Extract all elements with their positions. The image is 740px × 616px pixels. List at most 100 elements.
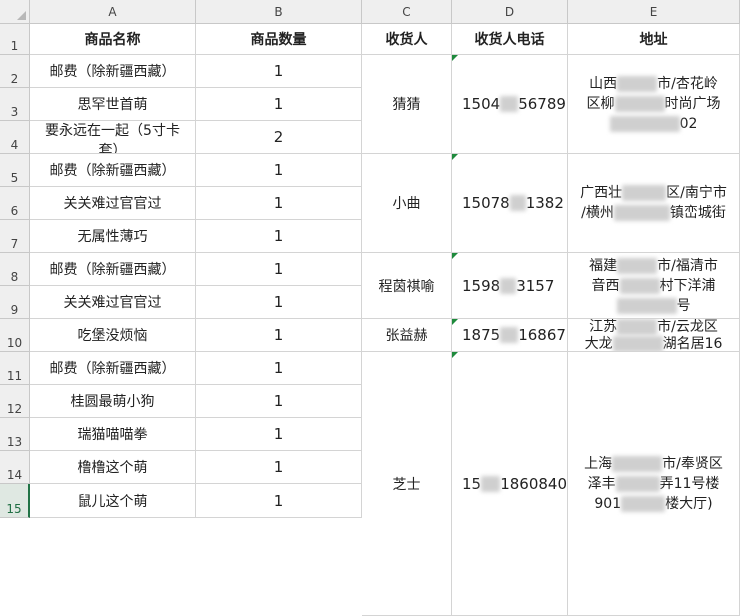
row-header-1[interactable]: 1 xyxy=(0,24,30,55)
row-header-13[interactable]: 13 xyxy=(0,418,30,451)
phone-prefix: 1504 xyxy=(462,95,501,113)
product-name-cell[interactable]: 邮费（除新疆西藏） xyxy=(30,55,196,88)
product-name-cell[interactable]: 瑞猫喵喵拳 xyxy=(30,418,196,451)
address-cell[interactable]: 山西 市/杏花岭 区柳 时尚广场 02 xyxy=(568,55,740,154)
phone-cell[interactable]: 1875 16867 xyxy=(452,319,568,352)
product-qty-cell[interactable]: 1 xyxy=(196,484,362,518)
phone-cell[interactable]: 1598 3157 xyxy=(452,253,568,319)
product-qty-cell[interactable]: 1 xyxy=(196,418,362,451)
header-product-name[interactable]: 商品名称 xyxy=(30,24,196,55)
row-header-9[interactable]: 9 xyxy=(0,286,30,319)
product-qty-cell[interactable]: 1 xyxy=(196,187,362,220)
redaction-blur xyxy=(619,277,660,294)
address-line: /横州 镇峦城街 xyxy=(581,205,726,221)
row-header-5[interactable]: 5 xyxy=(0,154,30,187)
column-header-c[interactable]: C xyxy=(362,0,452,24)
phone-prefix: 15078 xyxy=(462,194,510,212)
receiver-cell[interactable]: 小曲 xyxy=(362,154,452,253)
product-qty-cell[interactable]: 1 xyxy=(196,154,362,187)
header-address[interactable]: 地址 xyxy=(568,24,740,55)
product-name-cell[interactable]: 无属性薄巧 xyxy=(30,220,196,253)
row-header-11[interactable]: 11 xyxy=(0,352,30,385)
address-cell[interactable]: 上海 市/奉贤区 泽丰 弄11号楼 901 楼大厅) xyxy=(568,352,740,616)
row-header-15[interactable]: 15 xyxy=(0,484,30,518)
redaction-blur xyxy=(617,257,658,274)
header-receiver[interactable]: 收货人 xyxy=(362,24,452,55)
product-qty-cell[interactable]: 1 xyxy=(196,220,362,253)
product-qty-cell[interactable]: 2 xyxy=(196,121,362,154)
redaction-blur xyxy=(612,336,663,351)
product-name-cell[interactable]: 要永远在一起（5寸卡套） xyxy=(30,121,196,154)
error-indicator-icon xyxy=(452,154,458,160)
product-name-cell[interactable]: 鼠儿这个萌 xyxy=(30,484,196,518)
address-cell[interactable]: 江苏 市/云龙区 大龙 湖名居16 xyxy=(568,319,740,352)
phone-prefix: 15 xyxy=(462,474,482,493)
redaction-blur xyxy=(621,495,666,512)
address-line: 号 xyxy=(616,296,691,316)
column-header-e[interactable]: E xyxy=(568,0,740,24)
product-name-cell[interactable]: 橹橹这个萌 xyxy=(30,451,196,484)
receiver-cell[interactable]: 程茵祺喻 xyxy=(362,253,452,319)
phone-cell[interactable]: 1504 56789 xyxy=(452,55,568,154)
redaction-blur xyxy=(612,455,663,472)
product-name-cell[interactable]: 邮费（除新疆西藏） xyxy=(30,154,196,187)
redaction-blur xyxy=(481,475,501,492)
row-header-7[interactable]: 7 xyxy=(0,220,30,253)
row-header-4[interactable]: 4 xyxy=(0,121,30,154)
redaction-blur xyxy=(609,116,680,132)
product-name-cell[interactable]: 关关难过官官过 xyxy=(30,187,196,220)
receiver-cell[interactable]: 芝士 xyxy=(362,352,452,616)
redaction-blur xyxy=(500,96,519,112)
product-qty-cell[interactable]: 1 xyxy=(196,451,362,484)
spreadsheet: A B C D E 1 2 3 4 5 6 7 8 9 10 11 12 13 … xyxy=(0,0,740,616)
row-header-8[interactable]: 8 xyxy=(0,253,30,286)
row-header-3[interactable]: 3 xyxy=(0,88,30,121)
redaction-blur xyxy=(509,195,526,211)
error-indicator-icon xyxy=(452,253,458,259)
error-indicator-icon xyxy=(452,319,458,325)
product-qty-cell[interactable]: 1 xyxy=(196,88,362,121)
header-product-qty[interactable]: 商品数量 xyxy=(196,24,362,55)
phone-cell[interactable]: 15078 1382 xyxy=(452,154,568,253)
phone-cell[interactable]: 15 1860840 xyxy=(452,352,568,616)
product-qty-cell[interactable]: 1 xyxy=(196,253,362,286)
product-qty-cell[interactable]: 1 xyxy=(196,55,362,88)
address-cell[interactable]: 广西壮 区/南宁市 /横州 镇峦城街 xyxy=(568,154,740,253)
product-qty-cell[interactable]: 1 xyxy=(196,319,362,352)
column-header-b[interactable]: B xyxy=(196,0,362,24)
row-header-6[interactable]: 6 xyxy=(0,187,30,220)
address-cell[interactable]: 福建 市/福清市 音西 村下洋浦 号 xyxy=(568,253,740,319)
column-header-a[interactable]: A xyxy=(30,0,196,24)
product-qty-cell[interactable]: 1 xyxy=(196,286,362,319)
address-line: 上海 市/奉贤区 xyxy=(584,455,723,472)
address-line: 广西壮 区/南宁市 xyxy=(580,185,727,201)
phone-prefix: 1875 xyxy=(462,326,501,344)
phone-suffix: 56789 xyxy=(518,95,566,113)
product-name-cell[interactable]: 桂圆最萌小狗 xyxy=(30,385,196,418)
header-phone[interactable]: 收货人电话 xyxy=(452,24,568,55)
phone-prefix: 1598 xyxy=(462,276,501,295)
select-all-corner[interactable] xyxy=(0,0,30,24)
address-line: 音西 村下洋浦 xyxy=(591,277,716,294)
product-qty-cell[interactable]: 1 xyxy=(196,352,362,385)
row-header-10[interactable]: 10 xyxy=(0,319,30,352)
address-line: 山西 市/杏花岭 xyxy=(589,76,718,92)
row-header-14[interactable]: 14 xyxy=(0,451,30,484)
redaction-blur xyxy=(617,76,658,92)
product-name-cell[interactable]: 邮费（除新疆西藏） xyxy=(30,352,196,385)
column-header-d[interactable]: D xyxy=(452,0,568,24)
redaction-blur xyxy=(616,297,677,314)
row-header-2[interactable]: 2 xyxy=(0,55,30,88)
phone-suffix: 3157 xyxy=(516,276,555,295)
product-name-cell[interactable]: 思罕世首萌 xyxy=(30,88,196,121)
product-qty-cell[interactable]: 1 xyxy=(196,385,362,418)
error-indicator-icon xyxy=(452,352,458,358)
product-name-cell[interactable]: 关关难过官官过 xyxy=(30,286,196,319)
product-name-cell[interactable]: 邮费（除新疆西藏） xyxy=(30,253,196,286)
receiver-cell[interactable]: 猜猜 xyxy=(362,55,452,154)
row-header-12[interactable]: 12 xyxy=(0,385,30,418)
select-all-triangle-icon xyxy=(17,11,26,20)
receiver-cell[interactable]: 张益赫 xyxy=(362,319,452,352)
product-name-cell[interactable]: 吃堡没烦恼 xyxy=(30,319,196,352)
address-line: 901 楼大厅) xyxy=(594,495,713,512)
